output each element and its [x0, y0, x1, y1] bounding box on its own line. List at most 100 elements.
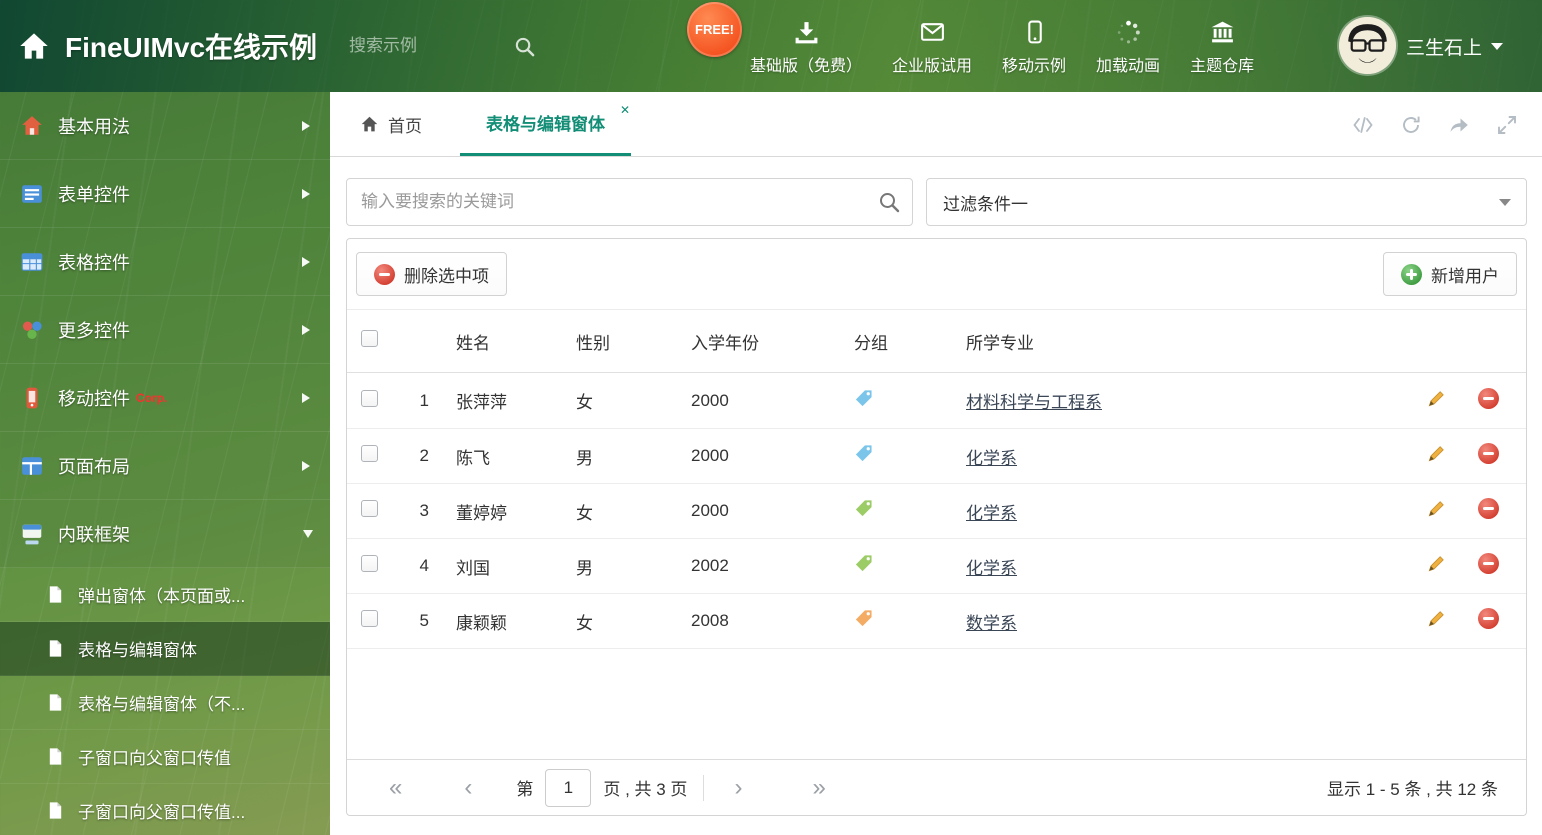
source-code-icon[interactable] [1352, 114, 1374, 136]
file-icon [46, 801, 65, 820]
tab-grid-edit-window[interactable]: 表格与编辑窗体 ✕ [460, 92, 631, 156]
major-link[interactable]: 化学系 [966, 559, 1017, 578]
page-number-input[interactable] [545, 768, 592, 807]
row-number: 4 [419, 556, 429, 575]
widgets-icon [20, 318, 44, 342]
delete-icon[interactable] [1477, 608, 1499, 629]
row-checkbox[interactable] [361, 389, 378, 407]
row-checkbox[interactable] [361, 445, 378, 462]
top-header: FineUIMvc在线示例 FREE! 基础版（免费） 企业版试用 移动示例 加… [0, 0, 1542, 92]
delete-icon[interactable] [1477, 387, 1499, 409]
edit-icon[interactable] [1426, 388, 1447, 409]
sidebar-subitem-child-to-parent[interactable]: 子窗口向父窗口传值 [0, 730, 330, 784]
chevron-right-icon [302, 460, 310, 471]
edit-icon[interactable] [1426, 443, 1447, 464]
sidebar-item-iframe[interactable]: 内联框架 [0, 500, 330, 568]
expand-icon[interactable] [1496, 114, 1518, 136]
pager-divider [703, 774, 705, 801]
delete-icon[interactable] [1477, 498, 1499, 519]
cell-gender: 男 [576, 448, 593, 468]
chevron-right-icon [302, 120, 310, 131]
sidebar-subitem-grid-edit-window[interactable]: 表格与编辑窗体 [0, 622, 330, 676]
header-search [349, 36, 554, 57]
tag-icon [854, 444, 873, 463]
cell-year: 2000 [691, 446, 729, 465]
sidebar-subitem-label: 子窗口向父窗口传值 [78, 749, 231, 768]
major-link[interactable]: 化学系 [966, 504, 1017, 523]
row-checkbox[interactable] [361, 555, 378, 572]
keyword-search-input[interactable] [346, 178, 913, 226]
open-new-window-icon[interactable] [1448, 114, 1470, 136]
user-menu[interactable]: 三生石上 [1406, 0, 1504, 92]
close-icon[interactable]: ✕ [620, 103, 630, 117]
cell-name: 张萍萍 [456, 393, 507, 412]
sidebar-item-form-controls[interactable]: 表单控件 [0, 160, 330, 228]
row-number: 2 [419, 446, 429, 465]
bank-icon [1209, 16, 1236, 46]
sidebar-item-label: 页面布局 [58, 456, 130, 477]
sidebar-item-basic-usage[interactable]: 基本用法 [0, 92, 330, 160]
nav-enterprise-trial[interactable]: 企业版试用 [877, 16, 987, 76]
sidebar-subitem-popup-window[interactable]: 弹出窗体（本页面或... [0, 568, 330, 622]
nav-label: 加载动画 [1096, 58, 1161, 75]
sidebar-item-grid-controls[interactable]: 表格控件 [0, 228, 330, 296]
table-row: 2 陈飞 男 2000 化学系 [347, 428, 1526, 483]
major-link[interactable]: 数学系 [966, 614, 1017, 633]
search-icon[interactable] [878, 191, 900, 213]
nav-basic-edition[interactable]: 基础版（免费） [735, 16, 877, 76]
layout-icon [20, 454, 44, 478]
filter-dropdown[interactable]: 过滤条件一 [926, 178, 1527, 226]
header-nav: 基础版（免费） 企业版试用 移动示例 加载动画 主题仓库 [735, 0, 1269, 92]
last-page-icon[interactable]: » [812, 775, 825, 800]
header-search-input[interactable] [349, 36, 515, 56]
nav-loading-animation[interactable]: 加载动画 [1081, 16, 1175, 76]
row-checkbox[interactable] [361, 500, 378, 517]
col-name: 姓名 [456, 333, 490, 353]
nav-mobile-demo[interactable]: 移动示例 [987, 16, 1081, 76]
filter-row: 过滤条件一 [346, 178, 1527, 226]
first-page-icon[interactable]: « [389, 775, 402, 800]
edit-icon[interactable] [1426, 498, 1447, 519]
minus-circle-icon [374, 263, 395, 285]
delete-icon[interactable] [1477, 553, 1499, 574]
plus-circle-icon [1401, 263, 1422, 285]
sidebar-subitem-label: 表格与编辑窗体 [78, 641, 197, 660]
tab-home[interactable]: 首页 [360, 92, 422, 156]
select-all-checkbox[interactable] [361, 330, 378, 347]
tab-bar: 首页 表格与编辑窗体 ✕ [330, 92, 1542, 157]
sidebar-subitem-grid-edit-window-2[interactable]: 表格与编辑窗体（不... [0, 676, 330, 730]
pagination-bar: « ‹ 第 页 , 共 3 页 › » 显示 1 - 5 条 , 共 12 条 [347, 759, 1526, 815]
avatar[interactable] [1339, 17, 1396, 74]
sidebar-item-more-controls[interactable]: 更多控件 [0, 296, 330, 364]
sidebar-item-mobile-controls[interactable]: 移动控件 Corp. [0, 364, 330, 432]
col-major: 所学专业 [966, 333, 1034, 353]
row-number: 1 [419, 390, 429, 410]
add-user-button[interactable]: 新增用户 [1383, 252, 1517, 296]
filter-dropdown-value: 过滤条件一 [943, 194, 1028, 214]
major-link[interactable]: 化学系 [966, 449, 1017, 468]
prev-page-icon[interactable]: ‹ [464, 775, 472, 800]
sidebar-subitem-child-to-parent-2[interactable]: 子窗口向父窗口传值... [0, 784, 330, 835]
delete-selected-button[interactable]: 删除选中项 [356, 252, 507, 296]
refresh-icon[interactable] [1400, 114, 1422, 136]
edit-icon[interactable] [1426, 553, 1447, 574]
sidebar-item-label: 更多控件 [58, 320, 130, 341]
nav-label: 移动示例 [1002, 58, 1067, 75]
frame-icon [20, 522, 44, 546]
tab-label: 表格与编辑窗体 [486, 115, 605, 134]
cell-gender: 女 [576, 393, 593, 412]
sidebar-item-page-layout[interactable]: 页面布局 [0, 432, 330, 500]
cell-name: 康颖颖 [456, 613, 507, 633]
next-page-icon[interactable]: › [734, 775, 742, 800]
home-icon[interactable] [18, 30, 50, 62]
nav-theme-store[interactable]: 主题仓库 [1175, 16, 1269, 76]
page-label: 第 [516, 780, 534, 799]
mobile-icon [1021, 16, 1048, 46]
keyword-search [346, 178, 913, 226]
edit-icon[interactable] [1426, 608, 1447, 629]
delete-icon[interactable] [1477, 443, 1499, 464]
major-link[interactable]: 材料科学与工程系 [966, 393, 1102, 412]
table-row: 5 康颖颖 女 2008 数学系 [347, 593, 1526, 648]
row-checkbox[interactable] [361, 610, 378, 627]
search-icon[interactable] [514, 36, 535, 57]
